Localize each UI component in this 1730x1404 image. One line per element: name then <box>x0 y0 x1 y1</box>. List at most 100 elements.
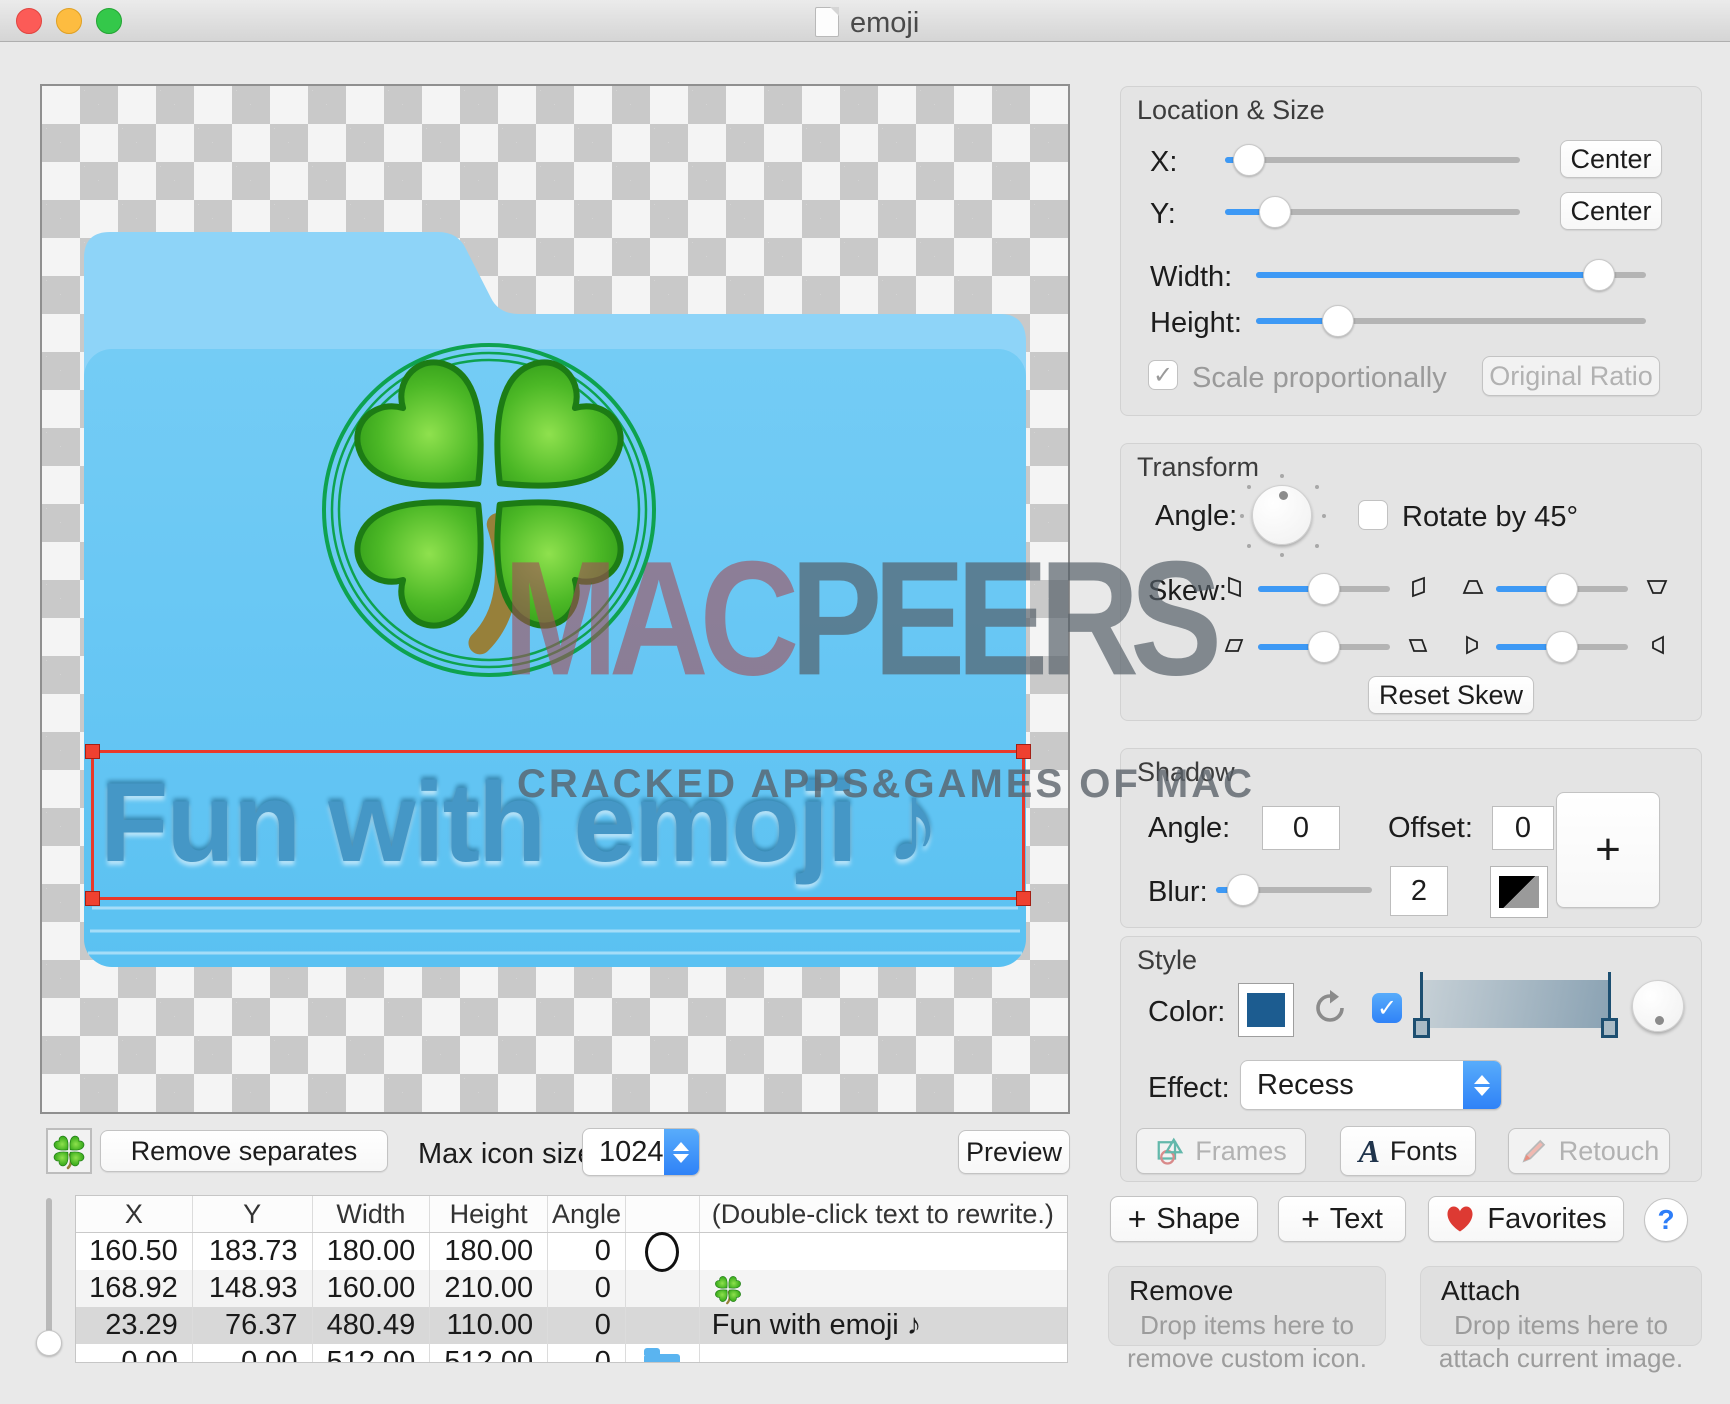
table-row[interactable]: 160.50 183.73 180.00 180.00 0 <box>76 1233 1067 1270</box>
current-emoji-thumbnail[interactable] <box>46 1128 92 1174</box>
max-icon-size-dropdown[interactable]: 1024 <box>582 1128 700 1176</box>
stepper-icon <box>1463 1061 1501 1109</box>
effect-dropdown[interactable]: Recess <box>1240 1060 1502 1110</box>
cell-x: 168.92 <box>76 1270 193 1307</box>
width-slider[interactable] <box>1256 258 1646 292</box>
cell-angle: 0 <box>548 1344 626 1363</box>
height-slider[interactable] <box>1256 304 1646 338</box>
selection-box[interactable] <box>91 750 1025 900</box>
gradient-enabled-checkbox[interactable]: ✓ <box>1372 993 1402 1023</box>
selection-handle[interactable] <box>85 891 100 906</box>
remove-dropzone-body: Drop items here to remove custom icon. <box>1109 1309 1385 1375</box>
skew-slider-1[interactable] <box>1258 572 1390 606</box>
x-label: X: <box>1150 146 1177 179</box>
header-width[interactable]: Width <box>313 1196 431 1232</box>
gradient-stop-left[interactable] <box>1413 972 1431 1038</box>
clover-icon <box>712 1273 744 1305</box>
stepper-icon <box>664 1129 699 1175</box>
shadow-blur-field[interactable]: 2 <box>1390 866 1448 916</box>
table-row[interactable]: 168.92 148.93 160.00 210.00 0 <box>76 1270 1067 1307</box>
scale-proportionally-checkbox[interactable]: ✓ <box>1148 360 1178 390</box>
shadow-angle-label: Angle: <box>1148 812 1230 845</box>
items-table: X Y Width Height Angle (Double-click tex… <box>75 1195 1068 1363</box>
cell-icon <box>626 1344 700 1363</box>
skew-slider-3[interactable] <box>1258 630 1390 664</box>
shadow-color-well[interactable] <box>1490 866 1548 918</box>
header-x[interactable]: X <box>76 1196 193 1232</box>
cell-y: 0.00 <box>193 1344 313 1363</box>
y-slider[interactable] <box>1225 195 1520 229</box>
max-icon-size-value: 1024 <box>583 1136 664 1169</box>
gradient-angle-dial[interactable] <box>1632 980 1684 1032</box>
remove-separates-button[interactable]: Remove separates <box>100 1130 388 1172</box>
add-shape-label: Shape <box>1156 1203 1240 1236</box>
skew-lean-right-icon <box>1406 633 1432 659</box>
cell-width: 160.00 <box>313 1270 431 1307</box>
plus-icon: + <box>1301 1201 1320 1238</box>
editor-canvas[interactable]: Fun with emoji ♪ <box>40 84 1070 1114</box>
original-ratio-button[interactable]: Original Ratio <box>1482 356 1660 396</box>
shadow-blur-label: Blur: <box>1148 876 1208 909</box>
style-effect-label: Effect: <box>1148 1072 1230 1105</box>
gradient-stop-right[interactable] <box>1601 972 1619 1038</box>
layer-order-slider[interactable] <box>44 1198 54 1350</box>
effect-value: Recess <box>1241 1069 1463 1102</box>
reset-skew-button[interactable]: Reset Skew <box>1368 676 1534 714</box>
skew-flag-left-icon <box>1644 633 1670 659</box>
table-row-selected[interactable]: 23.29 76.37 480.49 110.00 0 Fun with emo… <box>76 1307 1067 1344</box>
rotate-45-checkbox[interactable] <box>1358 500 1388 530</box>
header-icon[interactable] <box>626 1196 700 1232</box>
skew-parallelogram-right-icon <box>1406 575 1432 601</box>
zoom-button[interactable] <box>96 8 122 34</box>
clover-icon <box>50 1132 88 1170</box>
reset-color-icon[interactable] <box>1312 990 1348 1026</box>
add-text-button[interactable]: + Text <box>1278 1196 1406 1242</box>
center-x-button[interactable]: Center <box>1560 140 1662 178</box>
frames-button[interactable]: Frames <box>1136 1128 1306 1174</box>
cell-text <box>700 1270 1067 1307</box>
shadow-offset-field[interactable]: 0 <box>1492 806 1554 850</box>
cell-width: 512.00 <box>313 1344 431 1363</box>
scale-proportionally-label: Scale proportionally <box>1192 362 1447 395</box>
cell-text: Fun with emoji ♪ <box>700 1307 1067 1344</box>
add-shape-button[interactable]: + Shape <box>1110 1196 1258 1242</box>
skew-slider-2[interactable] <box>1496 572 1628 606</box>
center-y-button[interactable]: Center <box>1560 192 1662 230</box>
shadow-angle-field[interactable]: 0 <box>1262 806 1340 850</box>
add-shadow-button[interactable]: + <box>1556 792 1660 908</box>
favorites-button[interactable]: Favorites <box>1428 1196 1624 1242</box>
cell-x: 160.50 <box>76 1233 193 1270</box>
attach-dropzone[interactable]: Attach Drop items here to attach current… <box>1420 1266 1702 1346</box>
header-y[interactable]: Y <box>193 1196 313 1232</box>
preview-button[interactable]: Preview <box>958 1130 1070 1174</box>
window-title: emoji <box>850 7 919 40</box>
title-bar: emoji <box>0 0 1730 42</box>
cell-angle: 0 <box>548 1307 626 1344</box>
gradient-bar[interactable] <box>1422 980 1610 1028</box>
close-button[interactable] <box>16 8 42 34</box>
style-color-well[interactable] <box>1238 983 1294 1037</box>
selection-handle[interactable] <box>1016 744 1031 759</box>
header-angle[interactable]: Angle <box>548 1196 626 1232</box>
minimize-button[interactable] <box>56 8 82 34</box>
shadow-offset-label: Offset: <box>1388 812 1473 845</box>
table-row[interactable]: 0.00 0.00 512.00 512.00 0 <box>76 1344 1067 1363</box>
header-text[interactable]: (Double-click text to rewrite.) <box>700 1196 1067 1232</box>
panel-title: Location & Size <box>1137 95 1325 126</box>
remove-dropzone[interactable]: Remove Drop items here to remove custom … <box>1108 1266 1386 1346</box>
attach-dropzone-body: Drop items here to attach current image. <box>1421 1309 1701 1375</box>
selection-handle[interactable] <box>1016 891 1031 906</box>
header-height[interactable]: Height <box>430 1196 548 1232</box>
fonts-button[interactable]: A Fonts <box>1340 1126 1476 1176</box>
frames-label: Frames <box>1195 1136 1287 1167</box>
selection-handle[interactable] <box>85 744 100 759</box>
help-button[interactable]: ? <box>1644 1198 1688 1242</box>
cell-y: 76.37 <box>193 1307 313 1344</box>
x-slider[interactable] <box>1225 143 1520 177</box>
cell-icon <box>626 1270 700 1307</box>
skew-slider-4[interactable] <box>1496 630 1628 664</box>
skew-label: Skew: <box>1148 575 1227 608</box>
retouch-button[interactable]: Retouch <box>1508 1128 1670 1174</box>
shadow-blur-slider[interactable] <box>1216 873 1372 907</box>
angle-knob[interactable] <box>1252 485 1312 545</box>
